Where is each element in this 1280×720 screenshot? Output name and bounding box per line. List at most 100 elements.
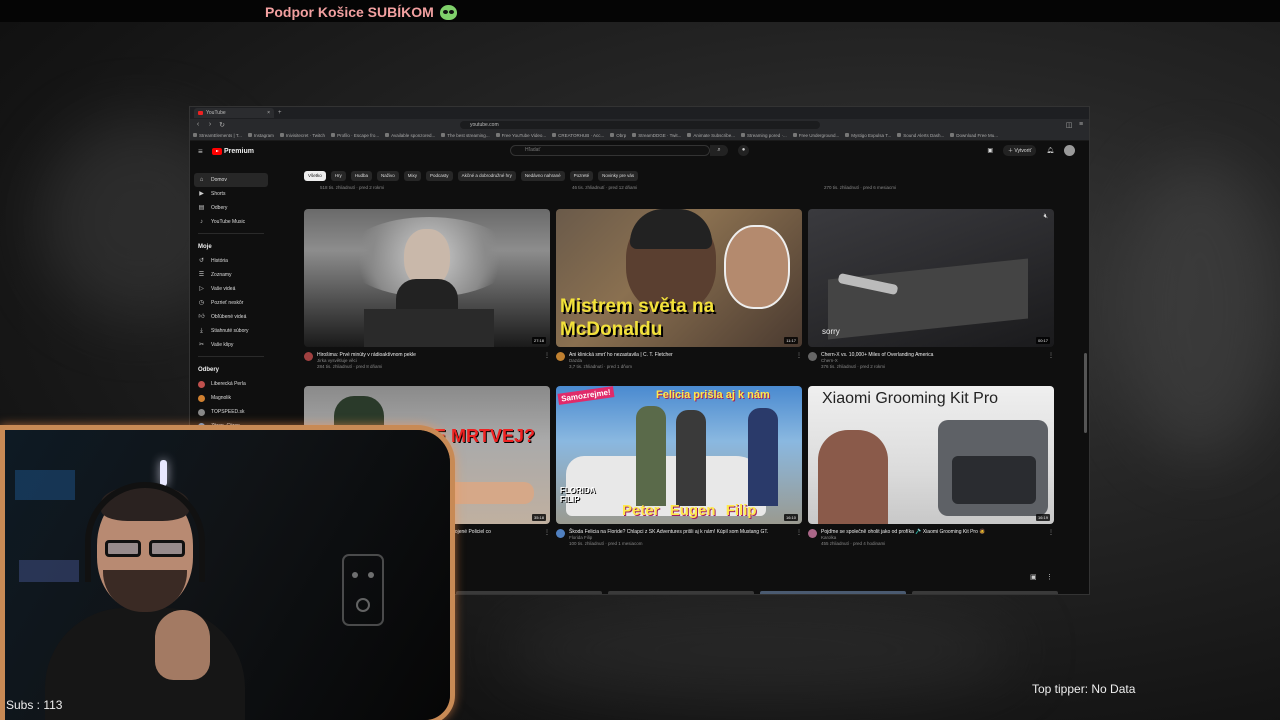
new-tab-icon[interactable]: +	[278, 110, 282, 116]
bookmark-item[interactable]: Streaming pored ·...	[740, 132, 787, 138]
video-thumbnail[interactable]: Mistrem světa na McDonaldu 11:17	[556, 209, 802, 347]
bookmark-item[interactable]: Download Free Mu...	[950, 133, 998, 138]
video-card[interactable]: 27:18 Hirošima: Prvé minúty v rádioaktív…	[304, 209, 550, 370]
more-options-icon[interactable]: ⋮	[544, 529, 550, 536]
next-row-thumbnail[interactable]	[456, 591, 602, 594]
microphone-icon[interactable]: ●	[738, 145, 749, 156]
filter-chip[interactable]: Mixy	[403, 171, 422, 181]
notifications-icon[interactable]: 🔔︎	[1046, 147, 1054, 154]
bookmark-item[interactable]: Animate Subscribe...	[687, 133, 735, 138]
video-title[interactable]: Škoda Felicia na Floride? Chlapci z SK A…	[569, 529, 768, 535]
scrollbar[interactable]	[1084, 353, 1087, 433]
channel-avatar[interactable]	[808, 529, 817, 538]
streamer-hand	[155, 610, 210, 680]
reload-icon[interactable]: ↻	[218, 121, 226, 129]
menu-icon[interactable]: ≡	[1077, 121, 1085, 128]
bookmark-item[interactable]: Mystigo Expulsa T...	[845, 133, 891, 138]
avatar[interactable]	[1064, 145, 1075, 156]
subscription-item[interactable]: TOPSPEED.sk	[194, 405, 268, 419]
video-thumbnail[interactable]: Samozrejme! Felicia prišla aj k nám FLOR…	[556, 386, 802, 524]
bookmark-item[interactable]: Inivisitecret · Twitch	[279, 133, 325, 138]
subscription-item[interactable]: Liberecká Perla	[194, 377, 268, 391]
sidebar-item[interactable]: 👍︎ Obľúbené videá	[194, 310, 268, 324]
sidebar-item[interactable]: ☰ Zoznamy	[194, 268, 268, 282]
more-options-icon[interactable]: ⋮	[544, 352, 550, 370]
video-title[interactable]: Pojďme se společně oholit jako od profík…	[821, 529, 986, 535]
video-card[interactable]: Xiaomi Grooming Kit Pro 16:19 Pojďme se …	[808, 386, 1054, 547]
video-card[interactable]: Mistrem světa na McDonaldu 11:17 Ani kli…	[556, 209, 802, 370]
sidebar-item[interactable]: ✂ Vaše klipy	[194, 338, 268, 352]
browser-tab[interactable]: YouTube ×	[194, 108, 274, 118]
next-row-thumbnail[interactable]	[608, 591, 754, 594]
bookmark-item[interactable]: Obrp	[610, 133, 626, 138]
extensions-icon[interactable]: ◫	[1065, 121, 1073, 129]
video-thumbnail[interactable]: sorry 🔇︎ 00:17	[808, 209, 1054, 347]
more-options-icon[interactable]: ⋮	[1048, 529, 1054, 547]
video-title[interactable]: Ani klinická smrť ho nezastavila | C. T.…	[569, 352, 673, 358]
next-row-thumbnail[interactable]	[760, 591, 906, 594]
sidebar-item[interactable]: ▤ Odbery	[194, 201, 268, 215]
bookmark-item[interactable]: Free YouTube Video...	[495, 133, 546, 138]
filter-chip[interactable]: Hudba	[350, 171, 373, 181]
sidebar-item[interactable]: ▷ Vaše videá	[194, 282, 268, 296]
search-icon[interactable]: ⌕	[710, 145, 728, 156]
hamburger-menu-icon[interactable]: ≡	[198, 147, 206, 156]
more-options-icon[interactable]: ⋮	[1046, 573, 1053, 581]
channel-avatar[interactable]	[556, 352, 565, 361]
filter-chip[interactable]: Všetko	[304, 171, 326, 181]
sidebar-section-heading[interactable]: Odbery	[194, 361, 268, 377]
channel-avatar[interactable]	[556, 529, 565, 538]
video-thumbnail[interactable]: 27:18	[304, 209, 550, 347]
cast-icon[interactable]: ▣	[987, 147, 993, 154]
search-input[interactable]: Hľadať	[510, 145, 710, 156]
sidebar-item[interactable]: ↺ História	[194, 254, 268, 268]
beanie	[630, 209, 712, 249]
forward-icon[interactable]: ›	[206, 121, 214, 128]
create-button[interactable]: ＋ Vytvoriť	[1003, 145, 1037, 156]
playlist-icon: ☰	[198, 271, 205, 278]
sidebar-item[interactable]: ⤓ Stiahnuté súbory	[194, 324, 268, 338]
filter-chip[interactable]: Podcasty	[426, 171, 453, 181]
url-field[interactable]: youtube.com	[460, 120, 820, 129]
bookmark-item[interactable]: Free Underground...	[792, 133, 839, 138]
subscription-item[interactable]: Magnolik	[194, 391, 268, 405]
sidebar-item[interactable]: ▶ Shorts	[194, 187, 268, 201]
filter-chip[interactable]: Novinky pre vás	[598, 171, 639, 181]
video-card[interactable]: sorry 🔇︎ 00:17 Chern-X vs. 10,000+ Miles…	[808, 209, 1054, 370]
close-tab-icon[interactable]: ×	[267, 110, 270, 116]
bookmark-label: Streaming pored ·...	[746, 132, 787, 138]
sidebar-item[interactable]: ◷ Pozrieť neskôr	[194, 296, 268, 310]
filter-chip[interactable]: Nedávno nahrané	[520, 171, 565, 181]
filter-chip[interactable]: Hry	[330, 171, 346, 181]
youtube-logo[interactable]: Premium	[212, 147, 254, 155]
bookmark-item[interactable]: Available sponzored...	[385, 133, 435, 138]
bookmark-item[interactable]: Sound Alerts Dash...	[897, 133, 944, 138]
bookmark-item[interactable]: Profilo · Escape fro...	[331, 133, 379, 138]
bookmark-item[interactable]: StreamDDGE · Twit...	[632, 133, 681, 138]
bookmarks-bar: StreamElements | T... Instagram Inivisitec…	[190, 130, 1089, 141]
header-actions: ▣ ＋ Vytvoriť 🔔︎	[987, 145, 1075, 156]
bookmark-item[interactable]: StreamElements | T...	[193, 133, 242, 138]
video-title[interactable]: Chern-X vs. 10,000+ Miles of Overlanding…	[821, 352, 933, 358]
sidebar-item[interactable]: ♪ YouTube Music	[194, 215, 268, 229]
filter-chip[interactable]: Naživo	[377, 171, 399, 181]
youtube-header: ≡ Premium Hľadať ⌕ ● ▣ ＋ Vytvoriť 🔔︎	[190, 141, 1089, 161]
bookmark-item[interactable]: CREATORHUB · Acc...	[552, 133, 604, 138]
next-row-thumbnail[interactable]	[912, 591, 1058, 594]
video-card[interactable]: Samozrejme! Felicia prišla aj k nám FLOR…	[556, 386, 802, 547]
bookmark-item[interactable]: The best streaming...	[441, 133, 490, 138]
sidebar-section-heading[interactable]: Moje	[194, 238, 268, 254]
more-options-icon[interactable]: ⋮	[1048, 352, 1054, 370]
back-icon[interactable]: ‹	[194, 121, 202, 128]
filter-chip[interactable]: Akčné a dobrodružné hry	[457, 171, 516, 181]
channel-avatar[interactable]	[808, 352, 817, 361]
channel-avatar[interactable]	[304, 352, 313, 361]
sidebar-item[interactable]: ⌂ Domov	[194, 173, 268, 187]
more-options-icon[interactable]: ⋮	[796, 352, 802, 370]
filter-chip[interactable]: Pozreté	[569, 171, 594, 181]
cast-icon[interactable]: ▣	[1030, 573, 1037, 581]
bookmark-item[interactable]: Instagram	[247, 133, 274, 138]
video-thumbnail[interactable]: Xiaomi Grooming Kit Pro 16:19	[808, 386, 1054, 524]
more-options-icon[interactable]: ⋮	[796, 529, 802, 547]
mute-icon[interactable]: 🔇︎	[1044, 213, 1048, 221]
